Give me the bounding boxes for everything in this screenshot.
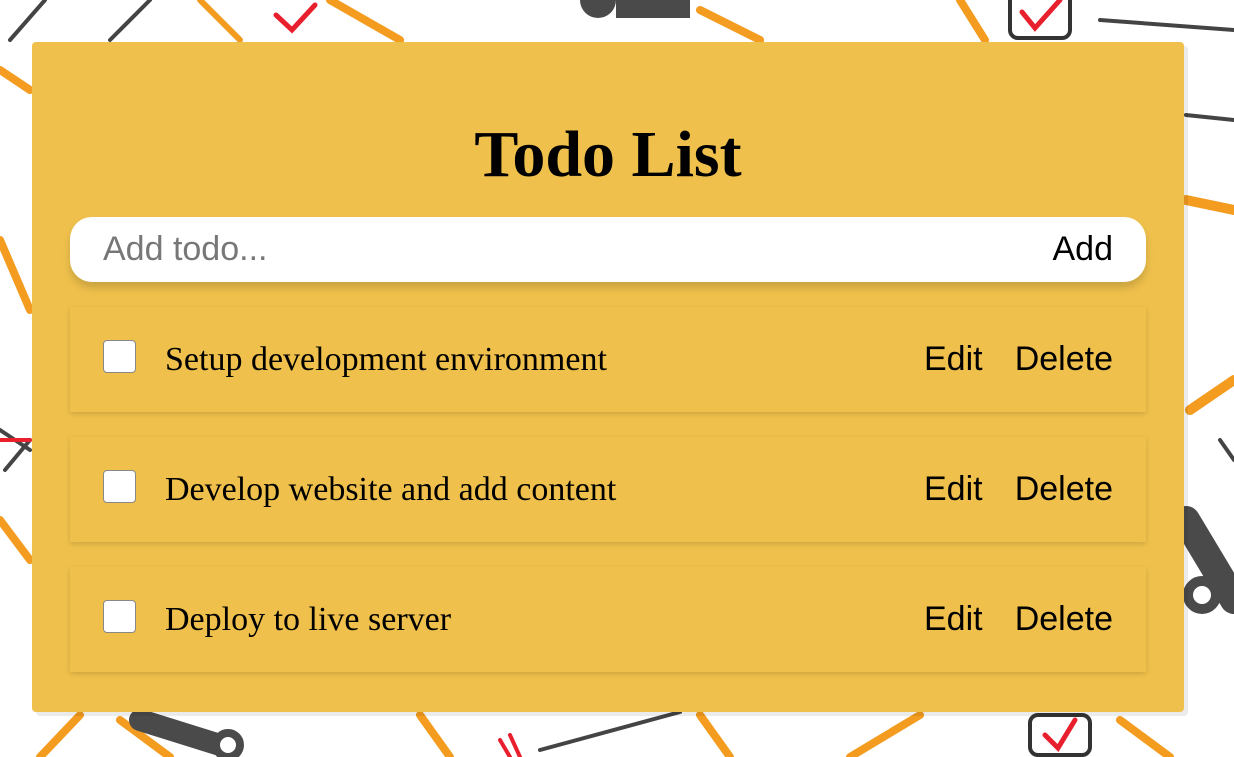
delete-button[interactable]: Delete	[1015, 567, 1113, 672]
page-title: Todo List	[474, 118, 742, 191]
delete-button[interactable]: Delete	[1015, 307, 1113, 412]
todo-text: Deploy to live server	[165, 601, 452, 638]
edit-button[interactable]: Edit	[924, 567, 983, 672]
todo-checkbox[interactable]	[103, 600, 136, 633]
todo-checkbox[interactable]	[103, 340, 136, 373]
todo-text: Develop website and add content	[165, 471, 617, 508]
add-todo-form: Add	[70, 217, 1146, 282]
todo-item: Develop website and add content Edit Del…	[70, 437, 1146, 542]
add-todo-input[interactable]	[103, 217, 1003, 282]
todo-text: Setup development environment	[165, 341, 607, 378]
todo-card: Todo List Add Setup development environm…	[32, 42, 1184, 712]
add-button[interactable]: Add	[1053, 217, 1114, 282]
todo-item: Setup development environment Edit Delet…	[70, 307, 1146, 412]
todo-item: Deploy to live server Edit Delete	[70, 567, 1146, 672]
todo-checkbox[interactable]	[103, 470, 136, 503]
delete-button[interactable]: Delete	[1015, 437, 1113, 542]
edit-button[interactable]: Edit	[924, 437, 983, 542]
edit-button[interactable]: Edit	[924, 307, 983, 412]
